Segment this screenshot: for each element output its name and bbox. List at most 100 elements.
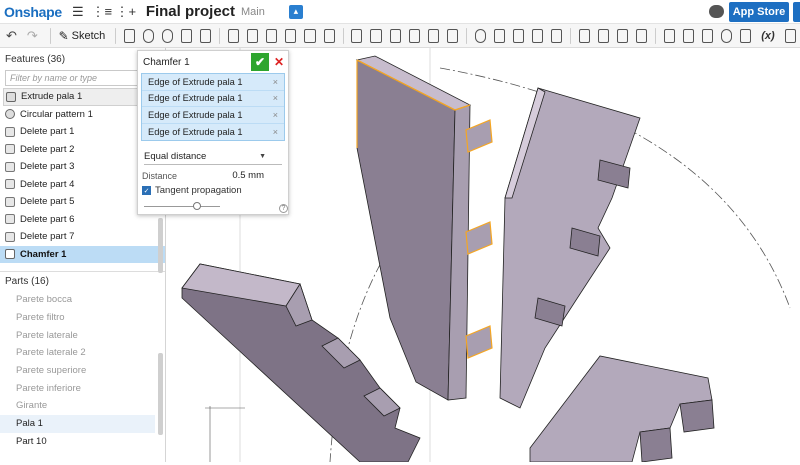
feature-item[interactable]: Delete part 7 xyxy=(0,228,165,246)
sheet-metal-icon[interactable] xyxy=(635,28,648,43)
part-item[interactable]: Parete laterale xyxy=(0,326,165,344)
remove-icon[interactable]: × xyxy=(273,127,278,137)
helix-tool-icon[interactable] xyxy=(597,28,609,43)
part-item[interactable]: Parete laterale 2 xyxy=(0,344,165,362)
rib-tool-icon[interactable] xyxy=(285,28,297,43)
blade-part-lower-left[interactable] xyxy=(181,263,421,463)
branch-name[interactable]: Main xyxy=(241,6,265,18)
feature-label: Extrude pala 1 xyxy=(21,91,83,103)
list-tool-icon[interactable] xyxy=(701,28,714,43)
mirror-tool-icon[interactable] xyxy=(370,28,382,43)
loft-tool-icon[interactable] xyxy=(181,28,193,43)
preview-slider[interactable] xyxy=(144,202,220,210)
pattern-tool-icon[interactable] xyxy=(351,28,363,43)
distance-input[interactable]: 0.5 mm xyxy=(232,170,264,181)
help-icon[interactable]: ? xyxy=(279,204,288,213)
extrude-tool-icon[interactable] xyxy=(124,28,136,43)
edge-label: Edge of Extrude pala 1 xyxy=(148,109,243,120)
fillet-tool-icon[interactable] xyxy=(228,28,240,43)
replace-face-icon[interactable] xyxy=(512,28,524,43)
sweep-tool-icon[interactable] xyxy=(162,28,174,43)
feature-tree-icon[interactable]: ⋮≡ xyxy=(92,4,113,20)
blade-part-lower-right[interactable] xyxy=(529,355,715,463)
toolbar-divider xyxy=(219,27,221,44)
measure-tool-icon[interactable] xyxy=(682,28,694,43)
parts-header[interactable]: Parts (16) xyxy=(0,271,165,291)
plane-tool-icon[interactable] xyxy=(550,28,562,43)
user-menu-button[interactable] xyxy=(793,2,800,22)
shell-tool-icon[interactable] xyxy=(304,28,316,43)
sketch-button[interactable]: ✎ Sketch xyxy=(59,29,106,43)
tangent-propagation-checkbox[interactable]: ✓ Tangent propagation xyxy=(142,185,282,196)
edge-selection-list[interactable]: Edge of Extrude pala 1 × Edge of Extrude … xyxy=(141,73,285,141)
distance-label: Distance xyxy=(142,170,178,181)
configurations-icon[interactable]: ⋮+ xyxy=(116,4,137,20)
cancel-button[interactable]: ✕ xyxy=(272,53,286,71)
chamfer-icon xyxy=(5,249,15,260)
remove-icon[interactable]: × xyxy=(273,77,278,87)
edge-label: Edge of Extrude pala 1 xyxy=(148,76,243,87)
close-icon: ✕ xyxy=(273,55,285,69)
feature-label: Chamfer 1 xyxy=(20,248,67,260)
onshape-logo[interactable]: Onshape xyxy=(4,4,62,20)
variable-tool-icon[interactable]: (x) xyxy=(761,30,774,42)
accept-button[interactable]: ✔ xyxy=(251,53,269,71)
part-item[interactable]: Parete superiore xyxy=(0,362,165,380)
edge-selection-item[interactable]: Edge of Extrude pala 1 × xyxy=(142,107,284,124)
boolean-tool-icon[interactable] xyxy=(389,28,401,43)
display-icon[interactable] xyxy=(721,28,733,43)
toolbar-divider xyxy=(569,27,571,44)
frame-tool-icon[interactable] xyxy=(663,28,675,43)
curve-tool-icon[interactable] xyxy=(616,28,628,43)
part-item-highlighted[interactable]: Pala 1 xyxy=(0,414,155,433)
extrude-icon xyxy=(6,91,16,102)
menu-icon[interactable]: ☰ xyxy=(70,4,86,20)
part-item[interactable]: Parete filtro xyxy=(0,309,165,327)
edge-selection-item[interactable]: Edge of Extrude pala 1 × xyxy=(142,91,284,107)
transform-tool-icon[interactable] xyxy=(427,28,439,43)
remove-icon[interactable]: × xyxy=(273,110,278,120)
toolbar-divider xyxy=(49,27,51,44)
boolean-union-icon[interactable] xyxy=(474,28,486,43)
split-tool-icon[interactable] xyxy=(408,28,420,43)
mate-connector-icon[interactable] xyxy=(578,28,590,43)
top-bar: Onshape ☰ ⋮≡ ⋮+ Final project Main ▴ App… xyxy=(0,0,800,24)
checkbox-checked-icon[interactable]: ✓ xyxy=(142,186,151,195)
features-scrollbar[interactable] xyxy=(158,218,163,273)
feature-label: Delete part 3 xyxy=(20,161,75,173)
version-icon[interactable]: ▴ xyxy=(288,4,303,19)
revolve-tool-icon[interactable] xyxy=(143,28,155,43)
move-face-icon[interactable] xyxy=(493,28,505,43)
part-item[interactable]: Girante xyxy=(0,397,165,415)
toolbar-divider xyxy=(115,27,117,44)
blade-part-center[interactable] xyxy=(355,55,493,401)
edge-selection-item[interactable]: Edge of Extrude pala 1 × xyxy=(142,124,284,141)
delete-part-icon xyxy=(5,161,15,172)
section-view-icon[interactable] xyxy=(740,28,752,43)
document-title[interactable]: Final project xyxy=(146,3,235,20)
hole-tool-icon[interactable] xyxy=(323,28,335,43)
chamfer-type-select[interactable]: Equal distance ▼ xyxy=(144,149,282,165)
feature-label: Delete part 2 xyxy=(20,143,75,155)
parts-scrollbar[interactable] xyxy=(158,353,163,435)
part-item[interactable]: Parete inferiore xyxy=(0,379,165,397)
app-store-button[interactable]: App Store xyxy=(729,2,789,22)
pencil-icon: ✎ xyxy=(58,28,69,43)
offset-surface-icon[interactable] xyxy=(531,28,543,43)
slider-handle[interactable] xyxy=(193,202,202,210)
delete-part-tool-icon[interactable] xyxy=(446,28,458,43)
toolbar-divider xyxy=(465,27,467,44)
draft-tool-icon[interactable] xyxy=(266,28,278,43)
remove-icon[interactable]: × xyxy=(273,93,278,103)
comments-icon[interactable] xyxy=(709,5,724,18)
redo-icon[interactable]: ↷ xyxy=(27,28,38,44)
undo-icon[interactable]: ↶ xyxy=(6,28,17,44)
thicken-tool-icon[interactable] xyxy=(200,28,212,43)
chamfer-tool-icon[interactable] xyxy=(247,28,259,43)
feature-toolbar: ↶ ↷ ✎ Sketch (x) xyxy=(0,24,800,48)
feature-item-selected[interactable]: Chamfer 1 xyxy=(0,245,165,263)
part-item[interactable]: Parete bocca xyxy=(0,291,165,309)
custom-feature-icon[interactable] xyxy=(784,28,796,43)
edge-selection-item[interactable]: Edge of Extrude pala 1 × xyxy=(142,74,284,91)
part-item[interactable]: Part 10 xyxy=(0,433,165,451)
